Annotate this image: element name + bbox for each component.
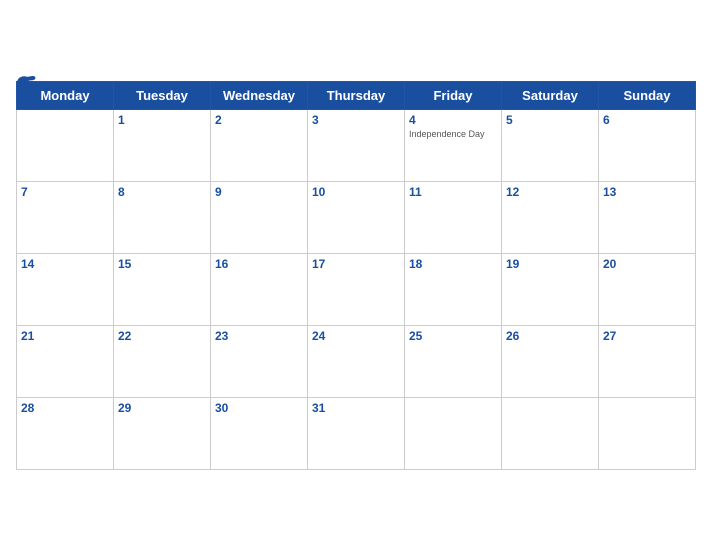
day-number: 17 (312, 257, 400, 271)
calendar-day-cell: 26 (502, 325, 599, 397)
day-number: 30 (215, 401, 303, 415)
calendar-week-row: 789 10 11 12 13 (17, 181, 696, 253)
day-number: 5 (506, 113, 594, 127)
day-number: 18 (409, 257, 497, 271)
calendar-table: MondayTuesdayWednesdayThursdayFridaySatu… (16, 81, 696, 470)
calendar-day-cell: 19 (502, 253, 599, 325)
calendar-day-cell: 3 (308, 109, 405, 181)
day-number: 26 (506, 329, 594, 343)
day-number: 19 (506, 257, 594, 271)
day-number: 13 (603, 185, 691, 199)
calendar-day-cell: 5 (502, 109, 599, 181)
day-number: 7 (21, 185, 109, 199)
day-number: 21 (21, 329, 109, 343)
holiday-label: Independence Day (409, 129, 497, 140)
calendar-day-cell: 21 (17, 325, 114, 397)
calendar-day-cell: 8 (114, 181, 211, 253)
day-number: 22 (118, 329, 206, 343)
calendar-day-cell: 11 (405, 181, 502, 253)
day-number: 15 (118, 257, 206, 271)
weekday-header-row: MondayTuesdayWednesdayThursdayFridaySatu… (17, 81, 696, 109)
calendar-thead: MondayTuesdayWednesdayThursdayFridaySatu… (17, 81, 696, 109)
calendar-day-cell: 17 (308, 253, 405, 325)
calendar-day-cell (17, 109, 114, 181)
weekday-header-tuesday: Tuesday (114, 81, 211, 109)
day-number: 4 (409, 113, 497, 127)
calendar-week-row: 1234 Independence Day 56 (17, 109, 696, 181)
calendar-week-row: 21 22 23 24 25 26 27 (17, 325, 696, 397)
calendar-week-row: 14 15 16 17 18 19 20 (17, 253, 696, 325)
calendar-day-cell: 18 (405, 253, 502, 325)
calendar-day-cell: 23 (211, 325, 308, 397)
calendar-day-cell: 16 (211, 253, 308, 325)
day-number: 9 (215, 185, 303, 199)
calendar-day-cell: 10 (308, 181, 405, 253)
day-number: 25 (409, 329, 497, 343)
day-number: 11 (409, 185, 497, 199)
day-number: 14 (21, 257, 109, 271)
day-number: 20 (603, 257, 691, 271)
calendar-day-cell: 13 (599, 181, 696, 253)
calendar-day-cell: 27 (599, 325, 696, 397)
calendar-day-cell: 31 (308, 397, 405, 469)
calendar-day-cell (502, 397, 599, 469)
calendar-day-cell: 2 (211, 109, 308, 181)
calendar-container: MondayTuesdayWednesdayThursdayFridaySatu… (0, 65, 712, 486)
calendar-day-cell: 22 (114, 325, 211, 397)
weekday-header-friday: Friday (405, 81, 502, 109)
calendar-day-cell: 1 (114, 109, 211, 181)
day-number: 2 (215, 113, 303, 127)
day-number: 29 (118, 401, 206, 415)
day-number: 3 (312, 113, 400, 127)
day-number: 6 (603, 113, 691, 127)
day-number: 1 (118, 113, 206, 127)
weekday-header-thursday: Thursday (308, 81, 405, 109)
calendar-day-cell (599, 397, 696, 469)
calendar-day-cell: 15 (114, 253, 211, 325)
brand-bird-icon (16, 75, 38, 93)
day-number: 31 (312, 401, 400, 415)
calendar-week-row: 28 29 30 31 (17, 397, 696, 469)
day-number: 27 (603, 329, 691, 343)
calendar-day-cell: 7 (17, 181, 114, 253)
calendar-day-cell: 14 (17, 253, 114, 325)
calendar-day-cell: 25 (405, 325, 502, 397)
day-number: 16 (215, 257, 303, 271)
brand-logo-area (16, 75, 40, 93)
calendar-day-cell: 30 (211, 397, 308, 469)
day-number: 23 (215, 329, 303, 343)
weekday-header-wednesday: Wednesday (211, 81, 308, 109)
calendar-tbody: 1234Independence Day56789101112131415161… (17, 109, 696, 469)
calendar-day-cell: 29 (114, 397, 211, 469)
weekday-header-sunday: Sunday (599, 81, 696, 109)
calendar-day-cell: 6 (599, 109, 696, 181)
calendar-day-cell: 24 (308, 325, 405, 397)
calendar-day-cell: 28 (17, 397, 114, 469)
calendar-day-cell (405, 397, 502, 469)
weekday-header-saturday: Saturday (502, 81, 599, 109)
calendar-day-cell: 12 (502, 181, 599, 253)
day-number: 24 (312, 329, 400, 343)
calendar-day-cell: 4 Independence Day (405, 109, 502, 181)
calendar-day-cell: 20 (599, 253, 696, 325)
calendar-day-cell: 9 (211, 181, 308, 253)
day-number: 12 (506, 185, 594, 199)
day-number: 28 (21, 401, 109, 415)
day-number: 8 (118, 185, 206, 199)
day-number: 10 (312, 185, 400, 199)
